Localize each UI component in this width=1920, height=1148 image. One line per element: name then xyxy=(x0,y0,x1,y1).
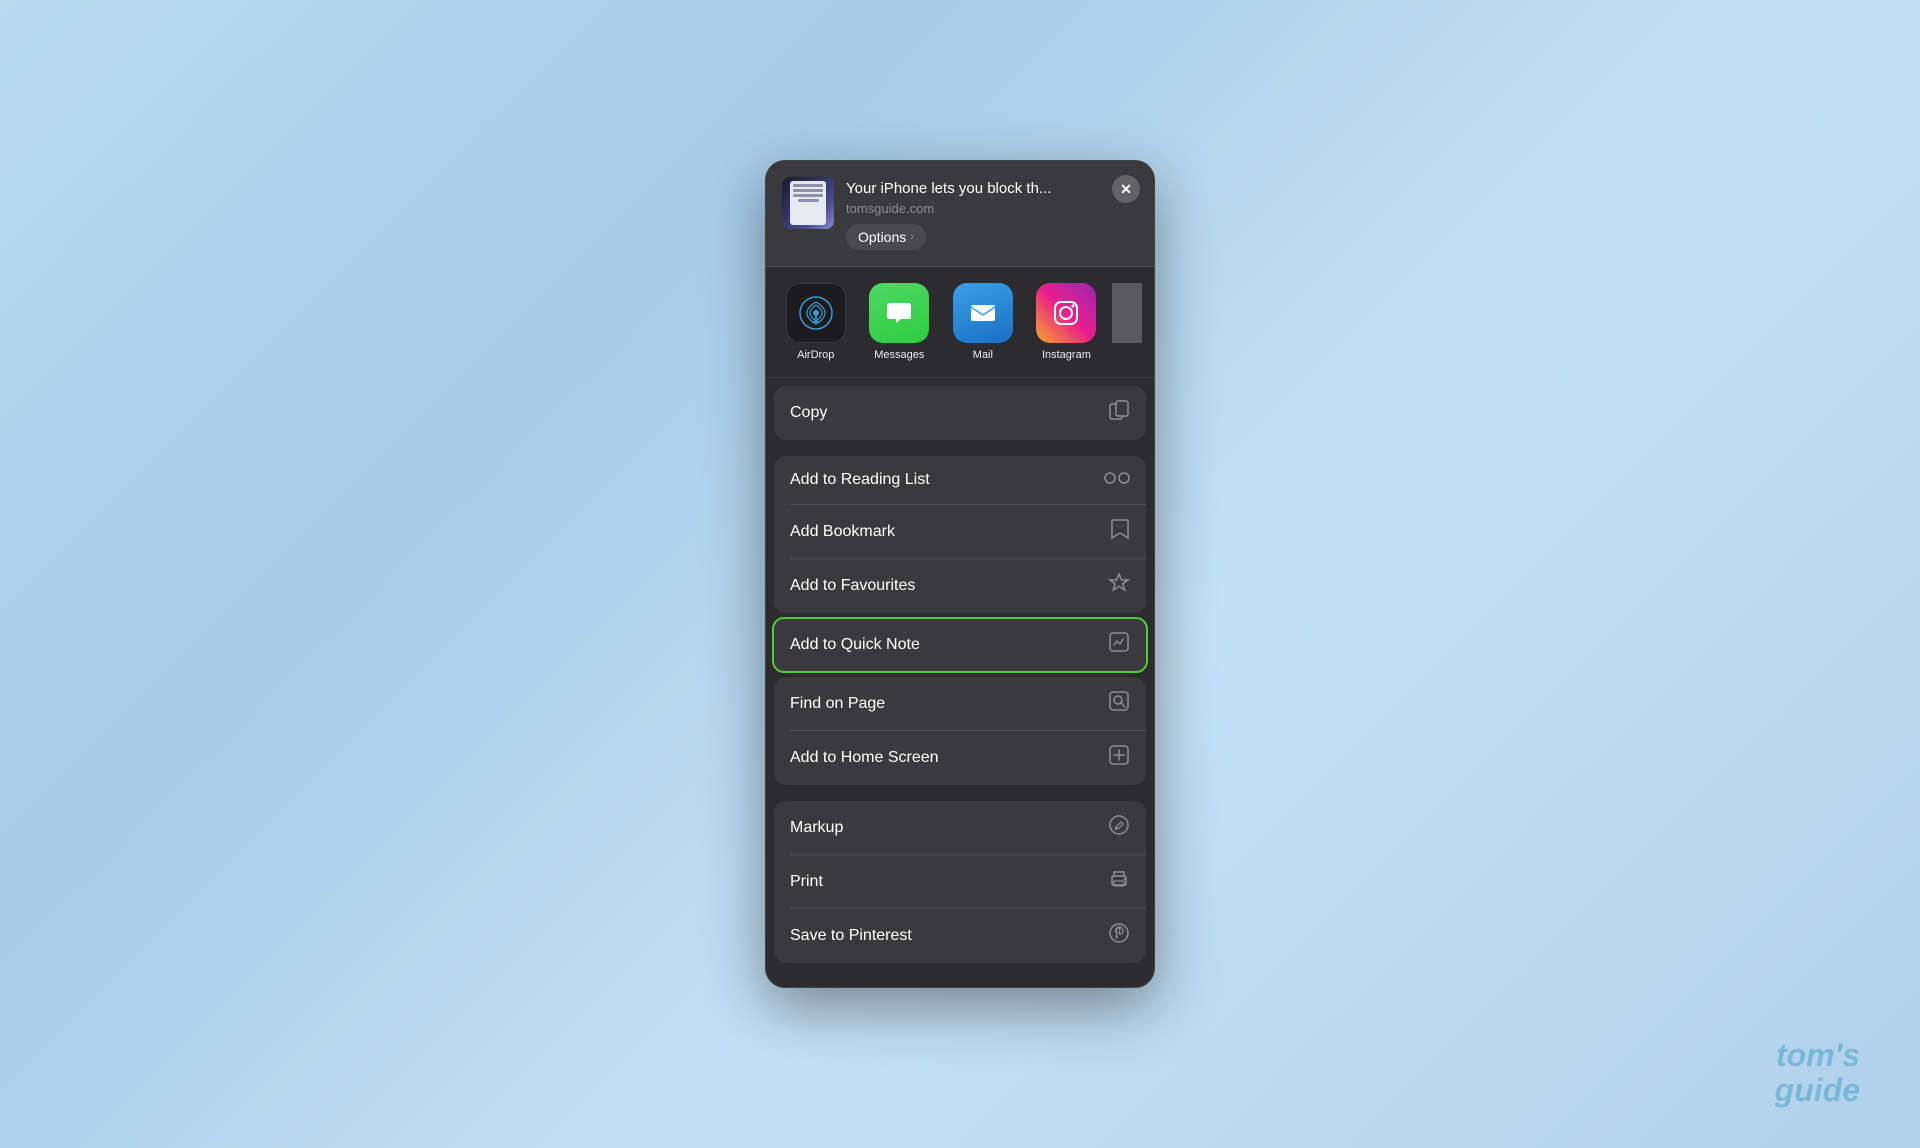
menu-item-print[interactable]: Print xyxy=(774,855,1146,909)
print-label: Print xyxy=(790,873,823,891)
share-sheet-container: Your iPhone lets you block th... tomsgui… xyxy=(765,160,1155,988)
copy-icon xyxy=(1108,399,1130,427)
app-icon-mail[interactable]: Mail xyxy=(945,283,1021,361)
app-icons-section: AirDrop Messages Mail xyxy=(766,267,1154,378)
bookmark-label: Add Bookmark xyxy=(790,523,895,541)
find-icon xyxy=(1108,690,1130,718)
watermark-line2: guide xyxy=(1775,1073,1860,1108)
messages-label: Messages xyxy=(874,349,924,361)
find-on-page-label: Find on Page xyxy=(790,695,885,713)
menu-item-bookmark[interactable]: Add Bookmark xyxy=(774,505,1146,559)
print-icon xyxy=(1108,868,1130,896)
reading-list-icon xyxy=(1104,469,1130,492)
favourites-label: Add to Favourites xyxy=(790,577,915,595)
menu-item-reading-list[interactable]: Add to Reading List xyxy=(774,456,1146,505)
group-reading: Add to Reading List Add Bookmark Add xyxy=(774,456,1146,613)
share-thumbnail xyxy=(782,177,834,229)
star-icon xyxy=(1108,572,1130,600)
chevron-right-icon: › xyxy=(910,231,914,243)
bookmark-icon xyxy=(1110,518,1130,546)
app-icon-instagram[interactable]: Instagram xyxy=(1029,283,1105,361)
markup-label: Markup xyxy=(790,819,843,837)
add-home-screen-icon xyxy=(1108,744,1130,772)
share-domain: tomsguide.com xyxy=(846,201,1138,216)
app-icon-more[interactable] xyxy=(1112,283,1142,343)
menu-item-quick-note-wrapper: Add to Quick Note xyxy=(772,617,1148,673)
airdrop-label: AirDrop xyxy=(797,349,834,361)
mail-label: Mail xyxy=(973,349,993,361)
watermark-line1: tom's xyxy=(1775,1038,1860,1073)
share-info: Your iPhone lets you block th... tomsgui… xyxy=(846,179,1138,250)
all-items-container: Copy Add to Reading List xyxy=(766,378,1154,987)
share-header: Your iPhone lets you block th... tomsgui… xyxy=(766,161,1154,267)
copy-label: Copy xyxy=(790,404,827,422)
pinterest-label: Save to Pinterest xyxy=(790,927,912,945)
markup-icon xyxy=(1108,814,1130,842)
group-copy: Copy xyxy=(774,386,1146,440)
menu-item-find-on-page[interactable]: Find on Page xyxy=(774,677,1146,731)
pinterest-icon xyxy=(1108,922,1130,950)
group-markup: Markup Print xyxy=(774,801,1146,963)
app-icon-messages[interactable]: Messages xyxy=(862,283,938,361)
menu-item-copy[interactable]: Copy xyxy=(774,386,1146,440)
share-title: Your iPhone lets you block th... xyxy=(846,179,1138,199)
add-home-screen-label: Add to Home Screen xyxy=(790,749,939,767)
quick-note-label: Add to Quick Note xyxy=(790,636,920,654)
group-find: Find on Page Add to Home Screen xyxy=(774,677,1146,785)
quick-note-icon xyxy=(1108,631,1130,659)
menu-item-quick-note[interactable]: Add to Quick Note xyxy=(772,617,1148,673)
options-button[interactable]: Options › xyxy=(846,224,926,250)
app-icons-row: AirDrop Messages Mail xyxy=(778,283,1142,361)
menu-item-pinterest[interactable]: Save to Pinterest xyxy=(774,909,1146,963)
menu-item-favourites[interactable]: Add to Favourites xyxy=(774,559,1146,613)
menu-item-add-home-screen[interactable]: Add to Home Screen xyxy=(774,731,1146,785)
instagram-label: Instagram xyxy=(1042,349,1091,361)
app-icon-airdrop[interactable]: AirDrop xyxy=(778,283,854,361)
toms-guide-watermark: tom's guide xyxy=(1775,1038,1860,1108)
menu-item-markup[interactable]: Markup xyxy=(774,801,1146,855)
reading-list-label: Add to Reading List xyxy=(790,471,930,489)
